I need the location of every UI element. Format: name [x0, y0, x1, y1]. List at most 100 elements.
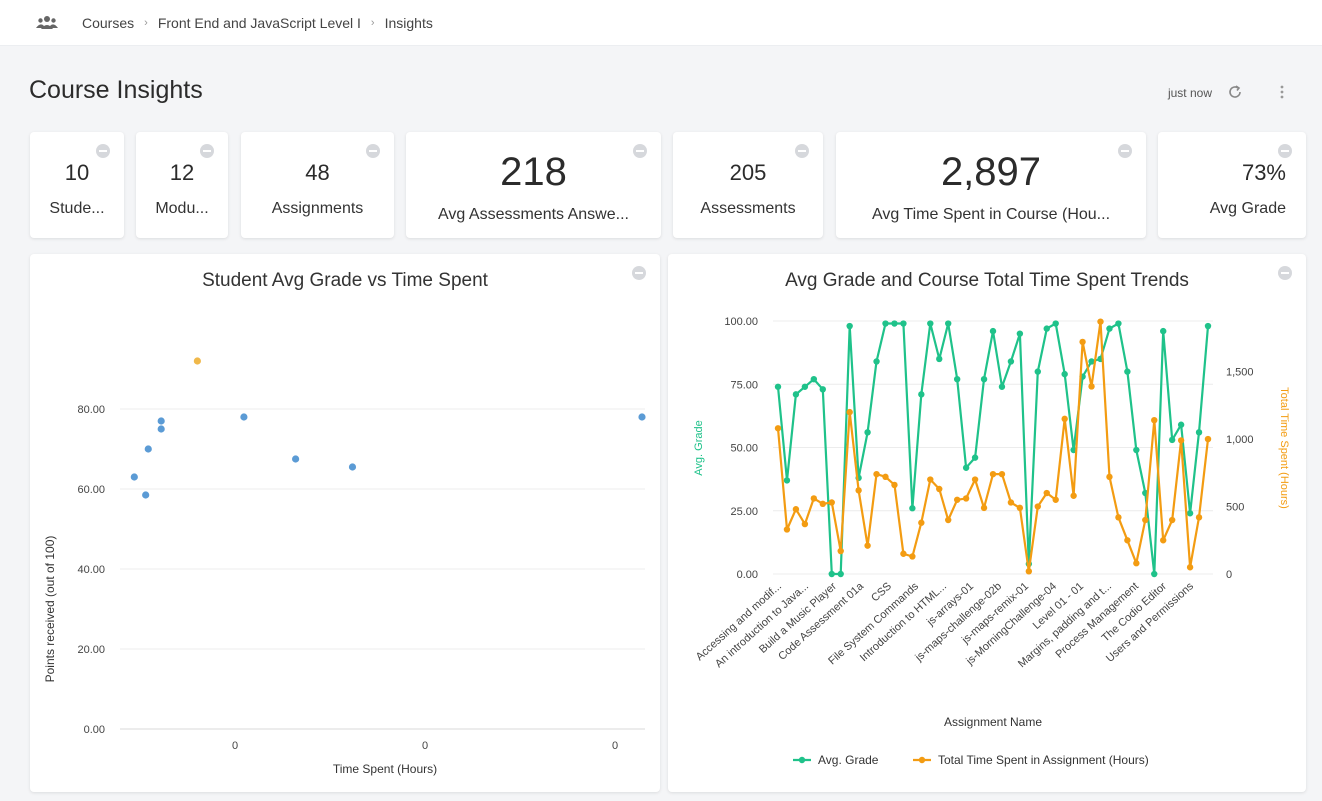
series-point [828, 499, 835, 506]
card-menu-icon[interactable] [795, 144, 809, 158]
kpi-label: Avg Assessments Answe... [438, 206, 629, 223]
card-menu-icon[interactable] [1278, 144, 1292, 158]
series-point [900, 550, 907, 557]
x-axis-label: Assignment Name [944, 715, 1042, 729]
series-point [971, 476, 979, 483]
series-point [953, 496, 961, 503]
series-point [783, 526, 791, 533]
series-point [1106, 325, 1113, 332]
series-point [1142, 516, 1149, 524]
series-point [1115, 320, 1122, 327]
breadcrumb-courses-link[interactable]: Courses [82, 15, 134, 31]
card-menu-icon[interactable] [96, 144, 110, 158]
scatter-point [348, 463, 357, 471]
kpi-card-modules: 12 Modu... [136, 132, 228, 238]
refresh-icon[interactable] [1226, 83, 1244, 101]
y-axis-label: Points received (out of 100) [43, 536, 57, 683]
card-menu-icon[interactable] [366, 144, 380, 158]
series-point [1088, 383, 1095, 390]
series-point [1160, 327, 1167, 335]
y-left-axis-label: Avg. Grade [693, 420, 705, 475]
kpi-card-avg-assessments-answered: 218 Avg Assessments Answe... [406, 132, 661, 238]
series-point [1061, 370, 1068, 378]
scatter-point [157, 417, 165, 425]
y-left-tick-label: 25.00 [730, 506, 758, 518]
series-point [1151, 570, 1158, 578]
scatter-point [292, 455, 300, 463]
breadcrumb-course-link[interactable]: Front End and JavaScript Level I [158, 15, 361, 31]
series-point [1133, 560, 1140, 567]
users-icon [36, 14, 60, 32]
scatter-chart: 0.00 20.00 40.00 60.00 80.00 0 0 0 Time Spent (H… [43, 357, 646, 776]
kpi-value: 10 [64, 160, 90, 185]
series-point [971, 454, 979, 461]
series-point [864, 542, 871, 549]
y-tick-label: 20.00 [77, 644, 105, 656]
kpi-value: 205 [729, 160, 767, 185]
x-axis-label: Time Spent (Hours) [333, 762, 437, 776]
series-point [1025, 568, 1033, 575]
scatter-point [638, 413, 646, 421]
series-point [1070, 492, 1077, 499]
series-point [792, 391, 800, 398]
series-point [1043, 489, 1050, 497]
legend-marker [798, 756, 806, 764]
series-point [927, 320, 934, 327]
series-point [1016, 504, 1024, 512]
scatter-point [142, 491, 150, 499]
x-tick-label: 0 [232, 740, 238, 752]
kpi-card-assessments: 205 Assessments [673, 132, 823, 238]
y-tick-label: 40.00 [77, 564, 105, 576]
series-point [1160, 537, 1167, 544]
series-point [1034, 503, 1041, 510]
series-point [1043, 325, 1050, 332]
legend-marker [918, 756, 926, 764]
series-point [1177, 437, 1185, 444]
series-point [927, 476, 934, 483]
y-left-tick-label: 50.00 [730, 443, 758, 455]
series-point [1097, 318, 1104, 325]
series-point [945, 516, 952, 524]
series-point [998, 383, 1006, 390]
more-vertical-icon[interactable] [1276, 83, 1288, 101]
legend-label: Avg. Grade [818, 753, 879, 767]
y-right-tick-label: 1,000 [1226, 434, 1254, 446]
kpi-card-avg-grade: 73% Avg Grade [1158, 132, 1306, 238]
series-point [1204, 322, 1212, 330]
series-point [882, 473, 889, 481]
series-point [891, 481, 898, 489]
kpi-label: Stude... [49, 200, 105, 217]
breadcrumb-current: Insights [384, 14, 433, 31]
series-point [1195, 429, 1203, 436]
kpi-value: 218 [500, 150, 567, 194]
card-menu-icon[interactable] [200, 144, 214, 158]
series-point [1133, 446, 1140, 454]
series-point [1079, 338, 1086, 346]
series-point [918, 391, 925, 398]
y-left-tick-label: 75.00 [730, 379, 758, 391]
y-right-tick-label: 500 [1226, 502, 1244, 514]
series-point [936, 485, 943, 493]
series-point [855, 487, 862, 494]
series-point [962, 464, 970, 471]
series-point [1168, 516, 1176, 524]
scatter-point [193, 357, 201, 365]
kpi-label: Assignments [271, 200, 364, 217]
scatter-point [157, 425, 165, 433]
kpi-label: Assessments [700, 200, 796, 217]
page-title: Course Insights [29, 76, 203, 104]
series-point [1061, 415, 1068, 423]
series-point [953, 375, 961, 383]
scatter-point [144, 445, 152, 453]
legend-label: Total Time Spent in Assignment (Hours) [938, 753, 1149, 767]
series-point [882, 320, 889, 327]
last-updated-text: just now [1167, 86, 1212, 100]
series-point [774, 383, 782, 390]
series-point [1151, 416, 1158, 424]
series-point [810, 375, 818, 383]
breadcrumb-separator: › [144, 16, 148, 29]
series-point [783, 477, 791, 484]
kpi-card-avg-time-spent: 2,897 Avg Time Spent in Course (Hou... [836, 132, 1146, 238]
scatter-chart-card: Student Avg Grade vs Time Spent 0.00 20.0… [30, 254, 660, 792]
series-point [819, 500, 826, 508]
